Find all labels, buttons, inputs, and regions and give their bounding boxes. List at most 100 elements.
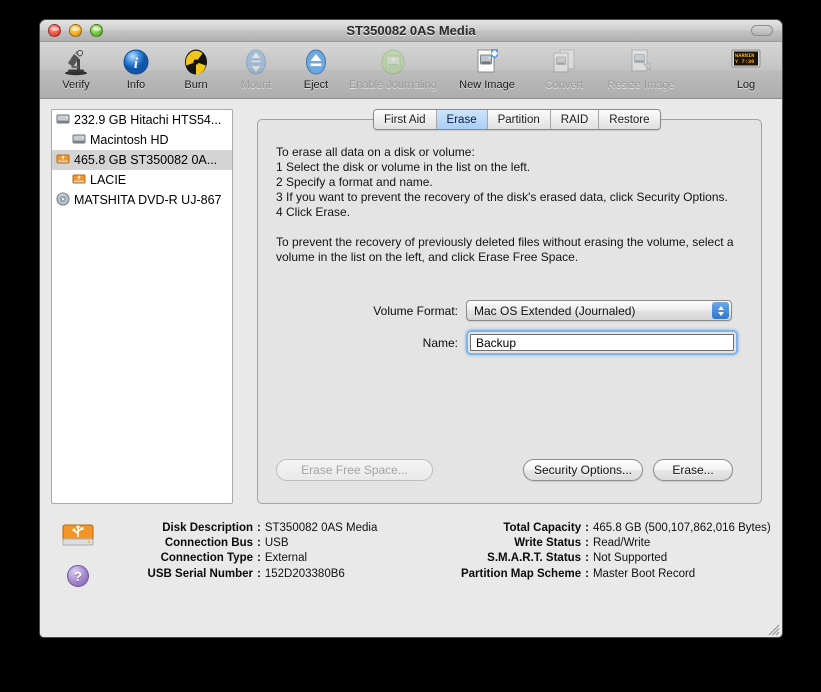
disk-list-label: 232.9 GB Hitachi HTS54...	[74, 113, 222, 127]
info-row: Partition Map Scheme : Master Boot Recor…	[421, 567, 771, 582]
new-image-icon	[470, 47, 504, 77]
instruction-line: 2 Specify a format and name.	[276, 175, 433, 189]
toolbar-button-eject[interactable]: Eject	[286, 45, 346, 91]
info-key: USB Serial Number	[147, 567, 253, 580]
toolbar-label-convert: Convert	[544, 79, 584, 91]
disk-list-item-matshita[interactable]: MATSHITA DVD-R UJ-867	[52, 190, 232, 210]
toolbar-button-verify[interactable]: Verify	[46, 45, 106, 91]
screen: ST350082 0AS Media Verify i Info Burn Mo…	[0, 0, 821, 692]
tab-restore[interactable]: Restore	[599, 110, 660, 129]
internal-disk-icon	[56, 112, 70, 129]
info-row: S.M.A.R.T. Status : Not Supported	[421, 551, 771, 566]
info-value: ST350082 0AS Media	[264, 522, 378, 534]
window-resize-grip[interactable]	[765, 621, 780, 636]
chevron-up-icon	[717, 305, 724, 310]
chevron-updown-icon[interactable]	[712, 302, 729, 319]
tab-partition[interactable]: Partition	[487, 110, 551, 129]
info-colon: :	[257, 567, 261, 580]
toolbar-label-mount: Mount	[240, 79, 272, 91]
burn-radiation-icon	[179, 47, 213, 77]
toolbar-button-mount: Mount	[226, 45, 286, 91]
instruction-line: To prevent the recovery of previously de…	[276, 235, 734, 249]
info-key: Partition Map Scheme	[460, 567, 582, 580]
usb-volume-icon	[72, 172, 86, 189]
volume-format-label: Volume Format:	[373, 303, 458, 318]
toolbar-label-enable-journaling: Enable Journaling	[348, 79, 438, 91]
toolbar-label-resize-image: Resize Image	[607, 79, 675, 91]
toolbar-label-log: Log	[736, 79, 756, 91]
info-key: Total Capacity	[503, 522, 582, 534]
disk-utility-window: ST350082 0AS Media Verify i Info Burn Mo…	[39, 19, 783, 638]
info-key: Connection Type	[160, 552, 253, 565]
disk-list-item-macintosh-hd[interactable]: Macintosh HD	[52, 130, 232, 150]
volume-format-row: Volume Format: Mac OS Extended (Journale…	[258, 300, 761, 321]
info-value: Read/Write	[592, 537, 651, 550]
toolbar-button-info[interactable]: i Info	[106, 45, 166, 91]
erase-free-space-button[interactable]: Erase Free Space...	[276, 459, 433, 481]
usb-disk-icon	[56, 152, 70, 169]
instruction-line: 3 If you want to prevent the recovery of…	[276, 190, 728, 204]
info-value: 152D203380B6	[264, 567, 345, 580]
tab-first-aid[interactable]: First Aid	[374, 110, 437, 129]
tab-bar: First Aid Erase Partition RAID Restore	[373, 109, 661, 130]
erase-form: Volume Format: Mac OS Extended (Journale…	[258, 300, 761, 364]
instruction-line: 4 Click Erase.	[276, 205, 351, 219]
info-value: External	[264, 552, 308, 565]
disk-list[interactable]: 232.9 GB Hitachi HTS54... Macintosh HD 4…	[51, 109, 233, 504]
disk-list-label: LACIE	[90, 173, 127, 187]
toolbar-button-log[interactable]: WARNIN Y 7:36 Log	[716, 45, 776, 91]
help-button[interactable]: ?	[67, 565, 89, 587]
resize-image-icon	[624, 47, 658, 77]
toolbar-button-new-image[interactable]: New Image	[440, 45, 534, 91]
window-titlebar[interactable]: ST350082 0AS Media	[40, 20, 782, 42]
name-input[interactable]: Backup	[470, 334, 734, 351]
info-key: Connection Bus	[164, 537, 253, 550]
info-row: USB Serial Number : 152D203380B6	[105, 567, 421, 582]
chevron-down-icon	[717, 311, 724, 316]
info-colon: :	[257, 537, 261, 550]
name-row: Name: Backup	[258, 330, 761, 355]
toolbar-button-convert: Convert	[534, 45, 594, 91]
optical-drive-icon	[56, 192, 70, 209]
tab-raid[interactable]: RAID	[550, 110, 600, 129]
info-row: Connection Type : External	[105, 551, 421, 566]
convert-icon	[547, 47, 581, 77]
log-screen-line2: Y 7:36	[735, 59, 754, 65]
volume-icon	[72, 132, 86, 149]
disk-list-item-lacie[interactable]: LACIE	[52, 170, 232, 190]
instruction-line: 1 Select the disk or volume in the list …	[276, 160, 531, 174]
toolbar-label-verify: Verify	[62, 79, 90, 91]
erase-button[interactable]: Erase...	[653, 459, 733, 481]
info-value: Master Boot Record	[592, 567, 696, 580]
usb-drive-icon	[59, 519, 97, 562]
info-row: Write Status : Read/Write	[421, 536, 771, 551]
info-row: Total Capacity : 465.8 GB (500,107,862,0…	[421, 521, 771, 536]
mount-icon	[239, 47, 273, 77]
disk-list-label: Macintosh HD	[90, 133, 169, 147]
disk-info-panel: ? Disk Description : ST350082 0AS Media …	[51, 517, 771, 617]
microscope-icon	[59, 47, 93, 77]
info-key: Write Status	[514, 537, 582, 550]
toolbar-button-resize-image: Resize Image	[594, 45, 688, 91]
tab-erase[interactable]: Erase	[436, 110, 488, 129]
erase-button-row: Erase Free Space... Security Options... …	[258, 459, 761, 481]
info-colon: :	[585, 522, 589, 534]
volume-format-value: Mac OS Extended (Journaled)	[474, 303, 636, 318]
log-console-icon: WARNIN Y 7:36	[729, 47, 763, 77]
disk-info-right-column: Total Capacity : 465.8 GB (500,107,862,0…	[421, 521, 771, 582]
info-key: Disk Description	[162, 522, 253, 534]
disk-list-item-st350082[interactable]: 465.8 GB ST350082 0A...	[52, 150, 232, 170]
volume-format-select[interactable]: Mac OS Extended (Journaled)	[466, 300, 732, 321]
security-options-button[interactable]: Security Options...	[523, 459, 643, 481]
toolbar-toggle-button[interactable]	[751, 25, 773, 36]
toolbar-button-burn[interactable]: Burn	[166, 45, 226, 91]
info-key: S.M.A.R.T. Status	[487, 552, 582, 565]
instruction-line: To erase all data on a disk or volume:	[276, 145, 475, 159]
disk-info-columns: Disk Description : ST350082 0AS Media Co…	[105, 521, 771, 582]
erase-panel: First Aid Erase Partition RAID Restore T…	[257, 109, 762, 504]
eject-icon	[299, 47, 333, 77]
disk-list-item-hitachi[interactable]: 232.9 GB Hitachi HTS54...	[52, 110, 232, 130]
instruction-spacer	[276, 220, 746, 235]
toolbar-button-enable-journaling: Enable Journaling	[346, 45, 440, 91]
disk-info-left-column: Disk Description : ST350082 0AS Media Co…	[105, 521, 421, 582]
